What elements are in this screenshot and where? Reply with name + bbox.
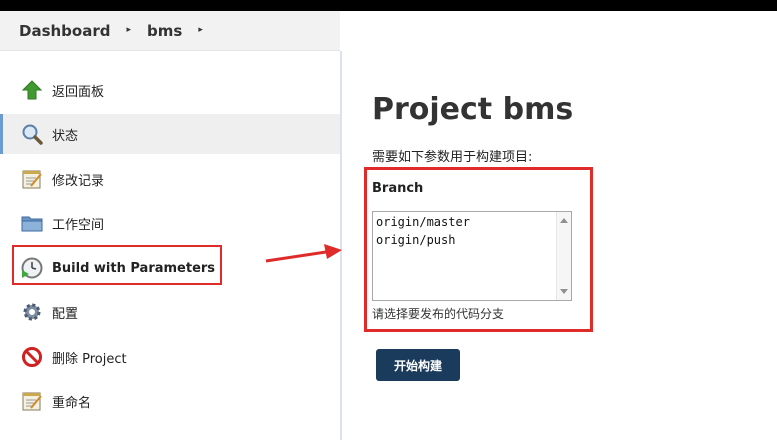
highlight-box-build-with-parameters — [12, 245, 222, 285]
up-arrow-icon — [20, 78, 44, 102]
parameters-description: 需要如下参数用于构建项目: — [372, 150, 533, 165]
sidebar-item-changes[interactable]: 修改记录 — [0, 159, 340, 199]
sidebar-item-rename[interactable]: 重命名 — [0, 381, 340, 421]
sidebar-item-delete-project[interactable]: 删除 Project — [0, 337, 340, 377]
sidebar-item-label: 工作空间 — [52, 217, 105, 233]
sidebar-item-label: 修改记录 — [52, 173, 105, 189]
sidebar-item-label: 删除 Project — [52, 351, 127, 367]
notepad-icon — [20, 167, 44, 191]
highlight-box-branch-parameter — [364, 167, 593, 332]
breadcrumb-dashboard[interactable]: Dashboard — [19, 22, 110, 40]
sidebar-item-status[interactable]: 状态 — [0, 114, 340, 154]
breadcrumb-chevron-icon[interactable]: ▸ — [126, 25, 131, 35]
sidebar-item-label: 返回面板 — [52, 84, 105, 100]
breadcrumb-chevron-icon[interactable]: ▸ — [198, 25, 203, 35]
no-entry-icon — [20, 345, 44, 369]
magnifier-icon — [20, 122, 44, 146]
red-arrow-icon — [265, 244, 342, 263]
sidebar-item-label: 重命名 — [52, 395, 92, 411]
build-button[interactable]: 开始构建 — [376, 349, 460, 381]
top-bar — [0, 0, 777, 11]
notepad-icon — [20, 389, 44, 413]
page-title: Project bms — [372, 92, 574, 127]
folder-icon — [20, 211, 44, 235]
sidebar-item-back-to-dashboard[interactable]: 返回面板 — [0, 70, 340, 110]
breadcrumb: Dashboard ▸ bms ▸ — [0, 11, 340, 51]
sidebar-item-label: 配置 — [52, 306, 79, 322]
sidebar-item-workspace[interactable]: 工作空间 — [0, 203, 340, 243]
sidebar-item-label: 状态 — [52, 128, 79, 144]
sidebar-item-configure[interactable]: 配置 — [0, 292, 340, 332]
breadcrumb-bms[interactable]: bms — [147, 22, 182, 40]
gear-icon — [20, 300, 44, 324]
